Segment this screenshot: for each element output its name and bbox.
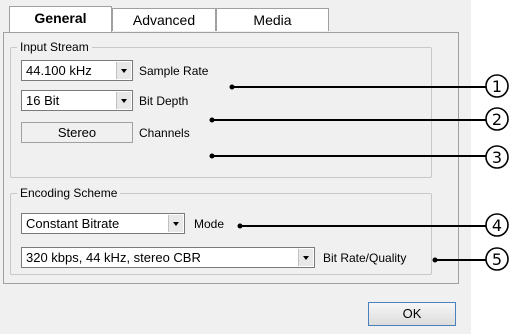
callout-number: 1 — [492, 77, 502, 96]
callout-number: 3 — [492, 148, 502, 167]
callout-5: 5 — [432, 247, 509, 271]
callout-number: 4 — [492, 216, 502, 235]
callout-overlay: 1 2 3 4 5 — [209, 74, 509, 271]
tab-general[interactable]: General — [9, 6, 112, 32]
callout-1: 1 — [229, 74, 509, 98]
callout-3: 3 — [209, 145, 509, 169]
callout-2: 2 — [209, 107, 509, 131]
callout-number: 5 — [492, 250, 502, 269]
callout-number: 2 — [492, 110, 502, 129]
callout-4: 4 — [237, 213, 509, 237]
